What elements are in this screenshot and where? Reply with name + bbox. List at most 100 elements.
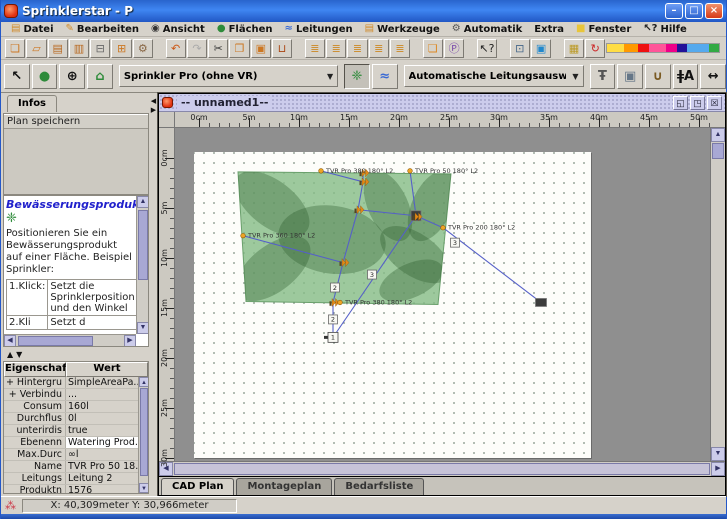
canvas-vertical-scrollbar[interactable]: ▲ ▼ bbox=[710, 128, 725, 461]
list-item-plan-speichern[interactable]: Plan speichern bbox=[4, 114, 148, 129]
menu-ansicht[interactable]: ◉Ansicht bbox=[145, 22, 211, 36]
property-value[interactable]: ∞l bbox=[66, 449, 148, 460]
copy-button[interactable]: ❐ bbox=[229, 39, 249, 58]
tab-infos[interactable]: Infos bbox=[7, 95, 57, 112]
pane-divider[interactable]: ▲ ▼ bbox=[3, 347, 149, 361]
new-document-button[interactable]: ❏ bbox=[5, 39, 25, 58]
select-tool-button[interactable]: ↖ bbox=[4, 64, 30, 89]
delete-button[interactable]: ⊔ bbox=[272, 39, 292, 58]
menu-extra[interactable]: Extra bbox=[528, 22, 570, 36]
property-scrollbar[interactable]: ▲ ▼ bbox=[138, 377, 148, 493]
property-row[interactable]: unterirdistrue bbox=[4, 425, 148, 437]
column-header-eigenschaft[interactable]: Eigenschaft bbox=[4, 362, 66, 377]
property-value[interactable]: 0l bbox=[66, 413, 148, 424]
print-button[interactable]: ⊟ bbox=[90, 39, 110, 58]
property-row[interactable]: Produktn1576 bbox=[4, 485, 148, 494]
document-titlebar[interactable]: -- unnamed1-- ◱ ◳ ☒ bbox=[159, 94, 725, 112]
pipe-number-badge[interactable]: 2 bbox=[329, 315, 338, 324]
color-swatch[interactable] bbox=[649, 44, 665, 52]
arrange-to-front-button[interactable]: ≣ bbox=[369, 39, 389, 58]
menu-leitungen[interactable]: ≈Leitungen bbox=[279, 22, 359, 36]
color-swatch[interactable] bbox=[607, 44, 623, 52]
property-row[interactable]: NameTVR Pro 50 18... bbox=[4, 461, 148, 473]
zoom-tool-button[interactable]: ⊕ bbox=[59, 64, 85, 89]
close-button[interactable]: × bbox=[705, 3, 723, 19]
property-value[interactable]: Leitung 2 bbox=[66, 473, 148, 484]
property-value[interactable]: true bbox=[66, 425, 148, 436]
color-palette-bar[interactable] bbox=[606, 43, 720, 53]
dimension-tool-button[interactable]: ↔ bbox=[700, 64, 726, 89]
property-value[interactable]: ... bbox=[66, 389, 148, 400]
sprinkler-dot[interactable] bbox=[441, 225, 446, 230]
property-value[interactable]: SimpleAreaPa... bbox=[66, 377, 148, 388]
properties-button[interactable]: Ⓟ bbox=[444, 39, 464, 58]
rotate-button[interactable]: ↻ bbox=[585, 39, 605, 58]
undo-button[interactable]: ↶ bbox=[166, 39, 186, 58]
connection-node[interactable] bbox=[536, 298, 547, 306]
minimize-button[interactable]: – bbox=[665, 3, 683, 19]
pipe-number-badge[interactable]: 3 bbox=[451, 238, 460, 247]
context-help-button[interactable]: ↖? bbox=[477, 39, 497, 58]
scroll-right-icon[interactable]: ▶ bbox=[711, 462, 725, 476]
trench-tool-button[interactable]: ∪ bbox=[645, 64, 671, 89]
cut-button[interactable]: ✂ bbox=[208, 39, 228, 58]
open-button[interactable]: ▱ bbox=[26, 39, 46, 58]
property-row[interactable]: EbenennWatering Prod... bbox=[4, 437, 148, 449]
menu-automatik[interactable]: ⚙Automatik bbox=[446, 22, 529, 36]
screen-view-button[interactable]: ⊡ bbox=[510, 39, 530, 58]
water-source-node[interactable]: 1 bbox=[324, 332, 338, 342]
scroll-down-icon[interactable]: ▼ bbox=[711, 447, 725, 461]
doc-tab-montageplan[interactable]: Montageplan bbox=[236, 478, 332, 495]
property-value[interactable]: 1576 bbox=[66, 485, 148, 494]
property-row[interactable]: + Verbindu... bbox=[4, 389, 148, 401]
color-swatch[interactable] bbox=[709, 44, 719, 52]
sprinkler-dot[interactable] bbox=[338, 300, 343, 305]
color-swatch[interactable] bbox=[624, 44, 639, 52]
property-row[interactable]: Consum160l bbox=[4, 401, 148, 413]
save-button[interactable]: ▤ bbox=[48, 39, 68, 58]
sprinkler-dot[interactable] bbox=[319, 169, 324, 174]
menu-datei[interactable]: ▤Datei bbox=[5, 22, 60, 36]
doc-tab-cad-plan[interactable]: CAD Plan bbox=[161, 478, 234, 495]
sidebar-splitter[interactable]: ◀ ▶ bbox=[149, 93, 158, 496]
property-row[interactable]: + HintergruSimpleAreaPa... bbox=[4, 377, 148, 389]
doc-tab-bedarfsliste[interactable]: Bedarfsliste bbox=[334, 478, 424, 495]
area-edit-tool-button[interactable]: ● bbox=[32, 64, 58, 89]
scrollbar-thumb[interactable] bbox=[174, 463, 710, 475]
doc-restore-button[interactable]: ◳ bbox=[690, 96, 705, 110]
menu-fenster[interactable]: ■Fenster bbox=[570, 22, 637, 36]
scroll-down-icon[interactable]: ▼ bbox=[137, 322, 149, 334]
collapse-left-icon[interactable]: ◀ bbox=[151, 97, 156, 105]
scrollbar-thumb[interactable] bbox=[138, 210, 148, 280]
property-row[interactable]: LeitungsLeitung 2 bbox=[4, 473, 148, 485]
color-swatch[interactable] bbox=[638, 44, 649, 52]
zoom-selection-button[interactable]: ▣ bbox=[531, 39, 551, 58]
bring-to-front-button[interactable]: ❏ bbox=[423, 39, 443, 58]
pipe-number-badge[interactable]: 3 bbox=[368, 270, 377, 279]
page-setup-button[interactable]: ⚙ bbox=[133, 39, 153, 58]
pipe-mode-select[interactable]: Automatische Leitungsauswahl▼ bbox=[404, 65, 584, 87]
property-value[interactable]: TVR Pro 50 18... bbox=[66, 461, 148, 472]
property-row[interactable]: Durchflus0l bbox=[4, 413, 148, 425]
menu-bearbeiten[interactable]: ✎Bearbeiten bbox=[60, 22, 146, 36]
info-horizontal-scrollbar[interactable]: ◀ ▶ bbox=[4, 334, 136, 346]
tap-tool-button[interactable]: Ŧ bbox=[590, 64, 616, 89]
color-swatch[interactable] bbox=[687, 44, 710, 52]
print-preview-button[interactable]: ⊞ bbox=[111, 39, 131, 58]
collapse-right-icon[interactable]: ▶ bbox=[151, 106, 156, 114]
collapse-up-icon[interactable]: ▲ bbox=[7, 350, 13, 359]
sprinkler-product-select[interactable]: Sprinkler Pro (ohne VR)▼ bbox=[119, 65, 338, 87]
redo-button[interactable]: ↷ bbox=[187, 39, 207, 58]
property-row[interactable]: Max.Durc∞l bbox=[4, 449, 148, 461]
pipe-tool-button[interactable]: ≈ bbox=[372, 64, 398, 89]
maximize-button[interactable]: □ bbox=[685, 3, 703, 19]
scrollbar-thumb[interactable] bbox=[140, 388, 148, 476]
sprinkler-body-tool-button[interactable]: ▣ bbox=[617, 64, 643, 89]
area-tool-button[interactable]: ⌂ bbox=[87, 64, 113, 89]
save-all-button[interactable]: ▥ bbox=[69, 39, 89, 58]
collapse-down-icon[interactable]: ▼ bbox=[16, 350, 22, 359]
menu-flaechen[interactable]: ●Flächen bbox=[211, 22, 279, 36]
sprinkler-dot[interactable] bbox=[408, 169, 413, 174]
grid-toggle-button[interactable]: ▦ bbox=[564, 39, 584, 58]
scroll-down-icon[interactable]: ▼ bbox=[139, 483, 149, 493]
